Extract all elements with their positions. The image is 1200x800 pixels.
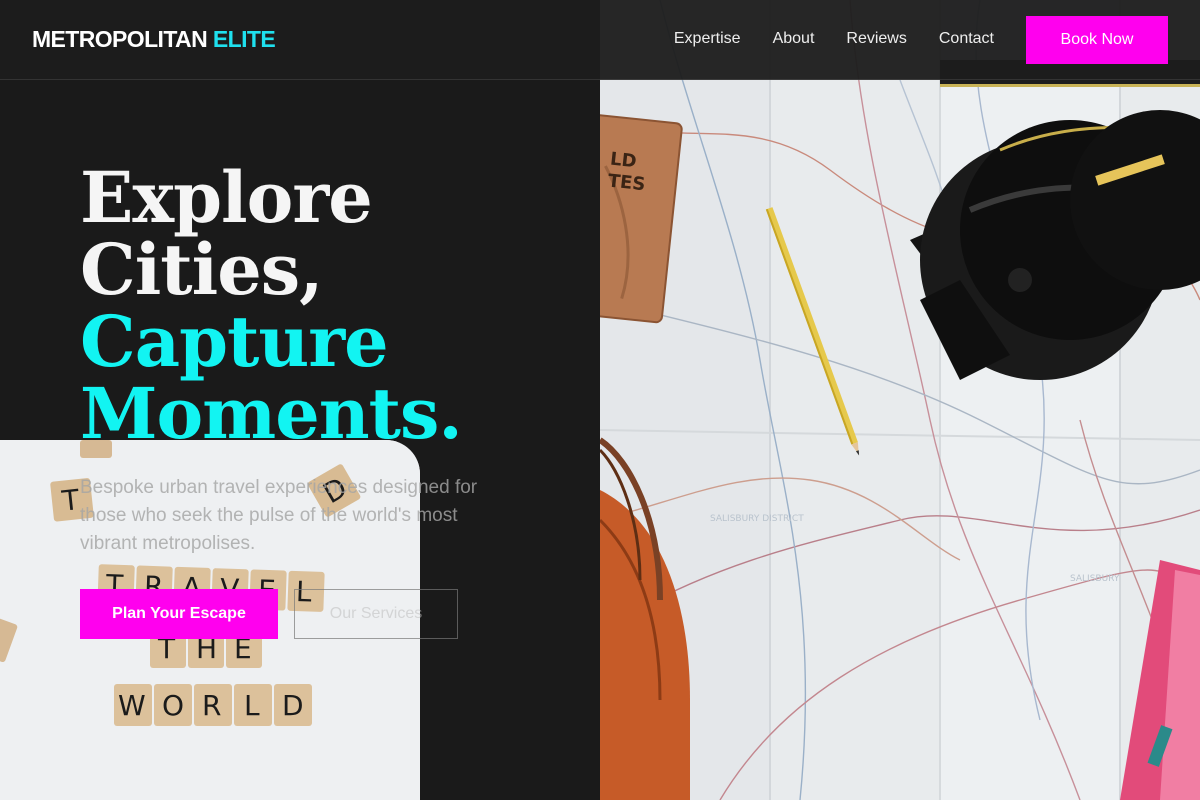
svg-text:TES: TES (607, 170, 647, 195)
site-header: METROPOLITAN ELITE Expertise About Revie… (0, 0, 1200, 80)
nav-contact[interactable]: Contact (939, 30, 994, 48)
nav-expertise[interactable]: Expertise (674, 30, 741, 48)
book-now-button[interactable]: Book Now (1026, 16, 1168, 64)
headline-line-4: Moments. (80, 372, 463, 455)
hero-headline: Explore Cities, Capture Moments. (80, 156, 463, 455)
photo-tile: O (162, 689, 184, 722)
logo[interactable]: METROPOLITAN ELITE (32, 26, 276, 53)
nav-reviews[interactable]: Reviews (846, 30, 906, 48)
main-nav: Expertise About Reviews Contact (674, 30, 994, 48)
svg-text:SALISBURY: SALISBURY (1070, 574, 1120, 584)
logo-accent-text: ELITE (212, 26, 276, 52)
logo-main-text: METROPOLITAN (32, 26, 208, 52)
headline-line-2: Cities, (80, 228, 324, 311)
photo-tile: D (282, 689, 304, 722)
svg-text:SALISBURY DISTRICT: SALISBURY DISTRICT (710, 514, 804, 524)
photo-tile: W (118, 689, 146, 722)
photo-tile: L (244, 689, 260, 722)
nav-about[interactable]: About (773, 30, 815, 48)
svg-text:LD: LD (609, 149, 637, 173)
plan-your-escape-button[interactable]: Plan Your Escape (80, 589, 278, 639)
headline-line-1: Explore (80, 156, 373, 239)
hero-map-photo: SALISBURY DISTRICT SALISBURY LD TES (600, 0, 1200, 800)
headline-line-3: Capture (80, 300, 389, 383)
photo-tile: R (202, 689, 221, 722)
our-services-button[interactable]: Our Services (294, 589, 458, 639)
hero-subtitle: Bespoke urban travel experiences designe… (80, 477, 478, 554)
